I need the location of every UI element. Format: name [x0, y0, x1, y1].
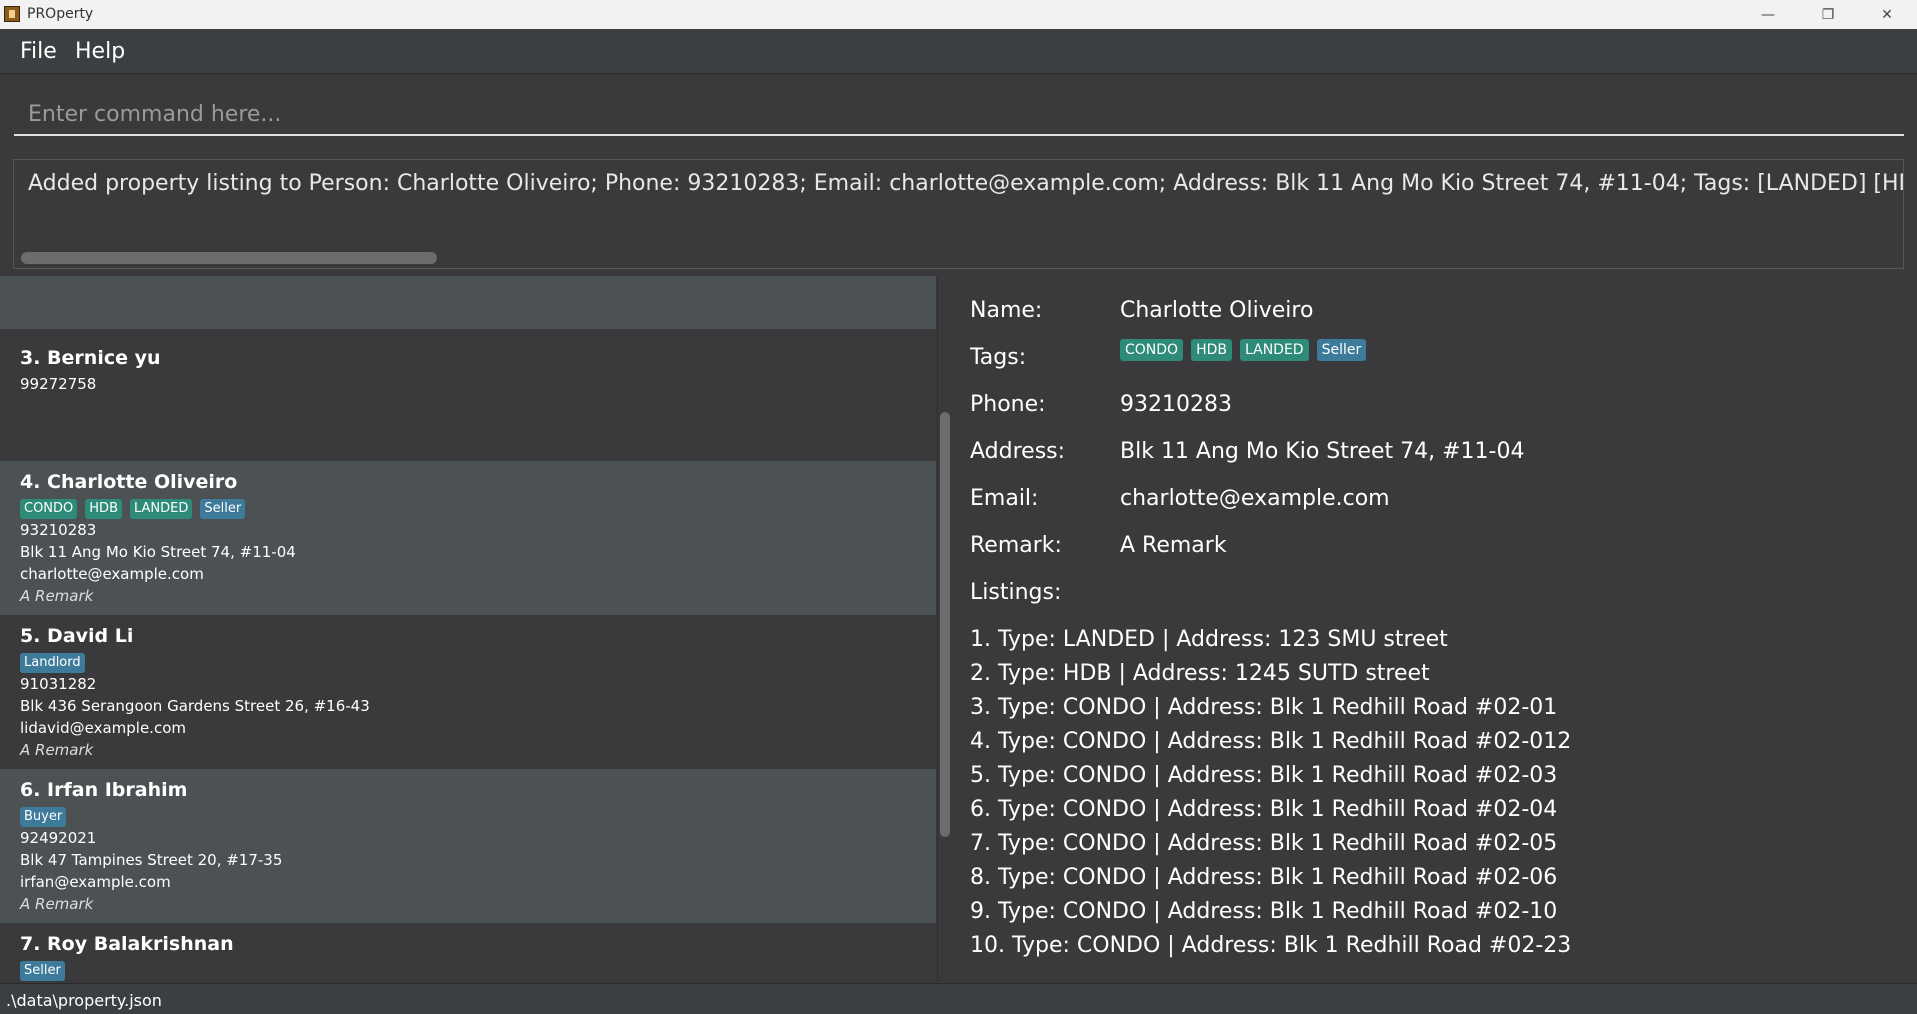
- detail-name: Charlotte Oliveiro: [1120, 298, 1314, 323]
- detail-address: Blk 11 Ang Mo Kio Street 74, #11-04: [1120, 439, 1525, 464]
- minimize-icon[interactable]: —: [1738, 0, 1798, 29]
- list-item[interactable]: [0, 276, 936, 329]
- tag-badge: Seller: [20, 961, 65, 981]
- person-email: lidavid@example.com: [20, 719, 186, 737]
- tag-badge: Seller: [200, 499, 246, 519]
- list-item[interactable]: 7. Roy Balakrishnan Seller: [0, 923, 936, 982]
- person-phone: 93210283: [20, 521, 97, 539]
- menu-bar: File Help: [0, 29, 1917, 74]
- listing-item: 8. Type: CONDO | Address: Blk 1 Redhill …: [970, 865, 1558, 890]
- listing-item: 5. Type: CONDO | Address: Blk 1 Redhill …: [970, 763, 1558, 788]
- list-item[interactable]: 6. Irfan Ibrahim Buyer 92492021 Blk 47 T…: [0, 769, 936, 923]
- restore-icon[interactable]: ❐: [1798, 0, 1858, 29]
- listing-item: 3. Type: CONDO | Address: Blk 1 Redhill …: [970, 695, 1558, 720]
- person-detail-panel: Name: Charlotte Oliveiro Tags: CONDO HDB…: [954, 276, 1917, 982]
- address-label: Address:: [970, 439, 1066, 464]
- list-item-selected[interactable]: 4. Charlotte Oliveiro CONDO HDB LANDED S…: [0, 461, 936, 615]
- close-icon[interactable]: ✕: [1857, 0, 1917, 29]
- listing-item: 2. Type: HDB | Address: 1245 SUTD street: [970, 661, 1430, 686]
- window-title: PROperty: [27, 6, 94, 22]
- result-display: Added property listing to Person: Charlo…: [13, 159, 1904, 269]
- detail-remark: A Remark: [1120, 533, 1227, 558]
- phone-label: Phone:: [970, 392, 1046, 417]
- name-label: Name:: [970, 298, 1043, 323]
- person-email: irfan@example.com: [20, 873, 171, 891]
- person-tags: CONDO HDB LANDED Seller: [20, 499, 936, 519]
- person-address: Blk 11 Ang Mo Kio Street 74, #11-04: [20, 543, 296, 561]
- email-label: Email:: [970, 486, 1039, 511]
- detail-phone: 93210283: [1120, 392, 1232, 417]
- person-list: 3. Bernice yu 99272758 4. Charlotte Oliv…: [0, 276, 938, 982]
- person-address: Blk 436 Serangoon Gardens Street 26, #16…: [20, 697, 370, 715]
- listings-label: Listings:: [970, 580, 1062, 605]
- person-name: 5. David Li: [20, 625, 134, 647]
- horizontal-scrollbar[interactable]: [21, 252, 437, 264]
- listing-item: 4. Type: CONDO | Address: Blk 1 Redhill …: [970, 729, 1572, 754]
- tag-badge: CONDO: [20, 499, 78, 519]
- tag-badge: LANDED: [1240, 339, 1309, 361]
- tag-badge: HDB: [1191, 339, 1232, 361]
- tags-label: Tags:: [970, 345, 1027, 370]
- detail-email: charlotte@example.com: [1120, 486, 1390, 511]
- listing-item: 9. Type: CONDO | Address: Blk 1 Redhill …: [970, 899, 1558, 924]
- listing-item: 7. Type: CONDO | Address: Blk 1 Redhill …: [970, 831, 1558, 856]
- tag-badge: Landlord: [20, 653, 85, 673]
- tag-badge: Buyer: [20, 807, 67, 827]
- menu-help[interactable]: Help: [75, 39, 125, 64]
- listing-item: 1. Type: LANDED | Address: 123 SMU stree…: [970, 627, 1448, 652]
- person-tags: Landlord: [20, 653, 936, 673]
- tag-badge: LANDED: [130, 499, 193, 519]
- title-bar: PROperty — ❐ ✕: [0, 0, 1917, 29]
- command-input[interactable]: [14, 94, 1904, 136]
- remark-label: Remark:: [970, 533, 1062, 558]
- person-remark: A Remark: [20, 741, 94, 759]
- person-name: 6. Irfan Ibrahim: [20, 779, 188, 801]
- listing-item: 6. Type: CONDO | Address: Blk 1 Redhill …: [970, 797, 1558, 822]
- data-file-path: .\data\property.json: [6, 991, 162, 1010]
- person-email: charlotte@example.com: [20, 565, 204, 583]
- person-remark: A Remark: [20, 895, 94, 913]
- tag-badge: Seller: [1316, 339, 1367, 361]
- tag-badge: HDB: [85, 499, 122, 519]
- result-message: Added property listing to Person: Charlo…: [28, 171, 1903, 196]
- person-phone: 91031282: [20, 675, 97, 693]
- person-tags: Seller: [20, 961, 936, 981]
- person-tags: Buyer: [20, 807, 936, 827]
- person-name: 7. Roy Balakrishnan: [20, 933, 234, 955]
- person-phone: 99272758: [20, 375, 97, 393]
- person-name: 4. Charlotte Oliveiro: [20, 471, 238, 493]
- person-address: Blk 47 Tampines Street 20, #17-35: [20, 851, 283, 869]
- person-phone: 92492021: [20, 829, 97, 847]
- person-name: 3. Bernice yu: [20, 347, 161, 369]
- listing-item: 10. Type: CONDO | Address: Blk 1 Redhill…: [970, 933, 1572, 958]
- status-bar: .\data\property.json: [0, 983, 1917, 1014]
- command-box: [0, 74, 1917, 158]
- menu-file[interactable]: File: [20, 39, 57, 64]
- detail-tags: CONDO HDB LANDED Seller: [1120, 339, 1367, 361]
- list-item[interactable]: 5. David Li Landlord 91031282 Blk 436 Se…: [0, 615, 936, 769]
- vertical-scrollbar[interactable]: [940, 412, 950, 837]
- tag-badge: CONDO: [1120, 339, 1184, 361]
- person-remark: A Remark: [20, 587, 94, 605]
- app-logo-icon: [4, 6, 20, 22]
- list-item[interactable]: 3. Bernice yu 99272758: [0, 329, 936, 461]
